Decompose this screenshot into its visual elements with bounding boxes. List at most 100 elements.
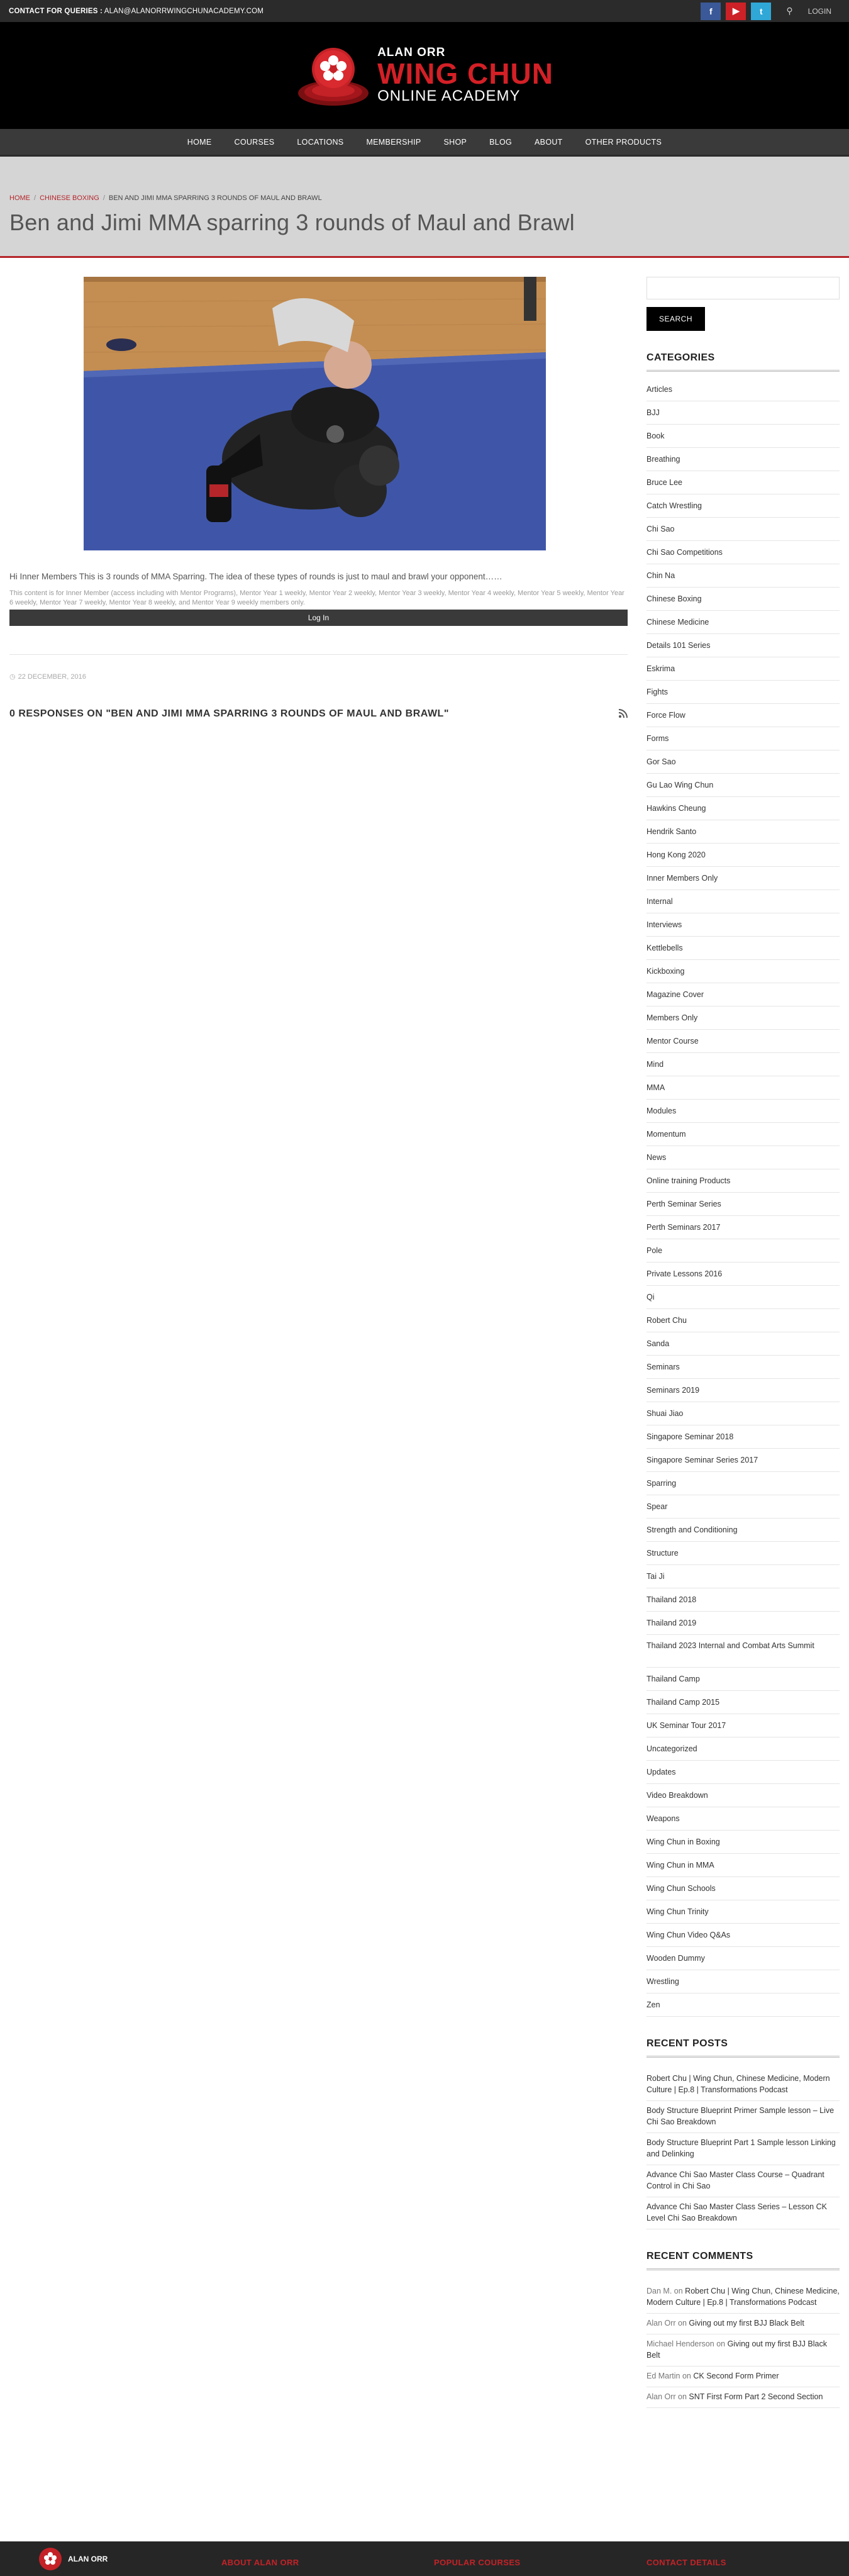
category-link[interactable]: Interviews xyxy=(646,913,840,937)
comment-post-link[interactable]: CK Second Form Primer xyxy=(693,2372,779,2380)
category-link[interactable]: Hong Kong 2020 xyxy=(646,844,840,867)
category-link[interactable]: Thailand Camp xyxy=(646,1668,840,1691)
category-link[interactable]: Singapore Seminar 2018 xyxy=(646,1425,840,1449)
category-link[interactable]: Details 101 Series xyxy=(646,634,840,657)
category-link[interactable]: Chi Sao Competitions xyxy=(646,541,840,564)
category-link[interactable]: Chinese Boxing xyxy=(646,588,840,611)
category-link[interactable]: Strength and Conditioning xyxy=(646,1519,840,1542)
category-link[interactable]: Shuai Jiao xyxy=(646,1402,840,1425)
category-link[interactable]: MMA xyxy=(646,1076,840,1100)
category-link[interactable]: Wing Chun in Boxing xyxy=(646,1831,840,1854)
category-link[interactable]: Wing Chun Trinity xyxy=(646,1900,840,1924)
category-link[interactable]: Eskrima xyxy=(646,657,840,681)
nav-item-courses[interactable]: COURSES xyxy=(223,138,286,147)
category-link[interactable]: Hawkins Cheung xyxy=(646,797,840,820)
category-link[interactable]: Wing Chun in MMA xyxy=(646,1854,840,1877)
nav-item-locations[interactable]: LOCATIONS xyxy=(286,138,355,147)
site-logo[interactable]: ALAN ORR WING CHUN ONLINE ACADEMY xyxy=(296,38,553,113)
category-link[interactable]: Forms xyxy=(646,727,840,750)
recent-post-link[interactable]: Body Structure Blueprint Primer Sample l… xyxy=(646,2101,840,2133)
category-link[interactable]: UK Seminar Tour 2017 xyxy=(646,1714,840,1737)
category-link[interactable]: Sanda xyxy=(646,1332,840,1356)
category-link[interactable]: BJJ xyxy=(646,401,840,425)
category-link[interactable]: Mind xyxy=(646,1053,840,1076)
login-link[interactable]: LOGIN xyxy=(808,7,840,16)
category-link[interactable]: Chin Na xyxy=(646,564,840,588)
rss-icon[interactable] xyxy=(618,708,628,720)
category-link[interactable]: Breathing xyxy=(646,448,840,471)
category-link[interactable]: Gor Sao xyxy=(646,750,840,774)
category-link[interactable]: Spear xyxy=(646,1495,840,1519)
category-link[interactable]: Momentum xyxy=(646,1123,840,1146)
category-link[interactable]: Online training Products xyxy=(646,1169,840,1193)
category-link[interactable]: Uncategorized xyxy=(646,1737,840,1761)
category-link[interactable]: Sparring xyxy=(646,1472,840,1495)
recent-post-link[interactable]: Advance Chi Sao Master Class Series – Le… xyxy=(646,2197,840,2229)
log-in-button[interactable]: Log In xyxy=(9,610,628,626)
category-link[interactable]: Robert Chu xyxy=(646,1309,840,1332)
category-link[interactable]: Wooden Dummy xyxy=(646,1947,840,1970)
recent-post-link[interactable]: Body Structure Blueprint Part 1 Sample l… xyxy=(646,2133,840,2165)
category-link[interactable]: Book xyxy=(646,425,840,448)
category-link[interactable]: Seminars xyxy=(646,1356,840,1379)
nav-item-other-products[interactable]: OTHER PRODUCTS xyxy=(574,138,674,147)
category-link[interactable]: Wing Chun Video Q&As xyxy=(646,1924,840,1947)
nav-item-home[interactable]: HOME xyxy=(176,138,223,147)
category-link[interactable]: Structure xyxy=(646,1542,840,1565)
category-link[interactable]: Fights xyxy=(646,681,840,704)
category-link[interactable]: Modules xyxy=(646,1100,840,1123)
nav-item-membership[interactable]: MEMBERSHIP xyxy=(355,138,432,147)
category-link[interactable]: Updates xyxy=(646,1761,840,1784)
category-link[interactable]: Chinese Medicine xyxy=(646,611,840,634)
category-link[interactable]: Tai Ji xyxy=(646,1565,840,1588)
comment-post-link[interactable]: SNT First Form Part 2 Second Section xyxy=(689,2392,823,2401)
category-link[interactable]: Gu Lao Wing Chun xyxy=(646,774,840,797)
category-link[interactable]: Thailand 2023 Internal and Combat Arts S… xyxy=(646,1635,840,1668)
category-link[interactable]: Private Lessons 2016 xyxy=(646,1263,840,1286)
category-link[interactable]: Wing Chun Schools xyxy=(646,1877,840,1900)
category-link[interactable]: Wrestling xyxy=(646,1970,840,1993)
category-link[interactable]: Force Flow xyxy=(646,704,840,727)
category-link[interactable]: Bruce Lee xyxy=(646,471,840,494)
twitter-icon[interactable]: t xyxy=(751,2,772,20)
category-link[interactable]: Perth Seminars 2017 xyxy=(646,1216,840,1239)
category-link[interactable]: Zen xyxy=(646,1993,840,2017)
category-link[interactable]: Video Breakdown xyxy=(646,1784,840,1807)
category-link[interactable]: Thailand 2019 xyxy=(646,1612,840,1635)
sidebar-search-button[interactable]: SEARCH xyxy=(646,307,705,331)
category-link[interactable]: Seminars 2019 xyxy=(646,1379,840,1402)
category-link[interactable]: Qi xyxy=(646,1286,840,1309)
category-link[interactable]: Weapons xyxy=(646,1807,840,1831)
category-link[interactable]: Kettlebells xyxy=(646,937,840,960)
featured-image[interactable] xyxy=(84,277,546,550)
breadcrumb-category[interactable]: CHINESE BOXING xyxy=(40,194,99,202)
contact-email[interactable]: ALAN@ALANORRWINGCHUNACADEMY.COM xyxy=(104,8,264,15)
category-link[interactable]: Articles xyxy=(646,378,840,401)
category-link[interactable]: Members Only xyxy=(646,1006,840,1030)
category-link[interactable]: Internal xyxy=(646,890,840,913)
recent-post-link[interactable]: Advance Chi Sao Master Class Course – Qu… xyxy=(646,2165,840,2197)
nav-item-about[interactable]: ABOUT xyxy=(523,138,574,147)
recent-post-link[interactable]: Robert Chu | Wing Chun, Chinese Medicine… xyxy=(646,2069,840,2101)
category-link[interactable]: Thailand 2018 xyxy=(646,1588,840,1612)
facebook-icon[interactable]: f xyxy=(701,2,721,20)
category-link[interactable]: Mentor Course xyxy=(646,1030,840,1053)
category-link[interactable]: Magazine Cover xyxy=(646,983,840,1006)
nav-item-shop[interactable]: SHOP xyxy=(432,138,478,147)
category-link[interactable]: News xyxy=(646,1146,840,1169)
footer-logo[interactable]: ALAN ORR xyxy=(38,2546,108,2572)
category-link[interactable]: Pole xyxy=(646,1239,840,1263)
category-link[interactable]: Singapore Seminar Series 2017 xyxy=(646,1449,840,1472)
category-link[interactable]: Hendrik Santo xyxy=(646,820,840,844)
category-link[interactable]: Inner Members Only xyxy=(646,867,840,890)
category-link[interactable]: Catch Wrestling xyxy=(646,494,840,518)
youtube-icon[interactable]: ▶ xyxy=(726,2,746,20)
comment-post-link[interactable]: Giving out my first BJJ Black Belt xyxy=(689,2319,804,2328)
breadcrumb-home[interactable]: HOME xyxy=(9,194,30,202)
sidebar-search-input[interactable] xyxy=(646,277,840,299)
category-link[interactable]: Perth Seminar Series xyxy=(646,1193,840,1216)
search-icon[interactable]: ⚲ xyxy=(776,6,802,16)
category-link[interactable]: Kickboxing xyxy=(646,960,840,983)
category-link[interactable]: Thailand Camp 2015 xyxy=(646,1691,840,1714)
category-link[interactable]: Chi Sao xyxy=(646,518,840,541)
